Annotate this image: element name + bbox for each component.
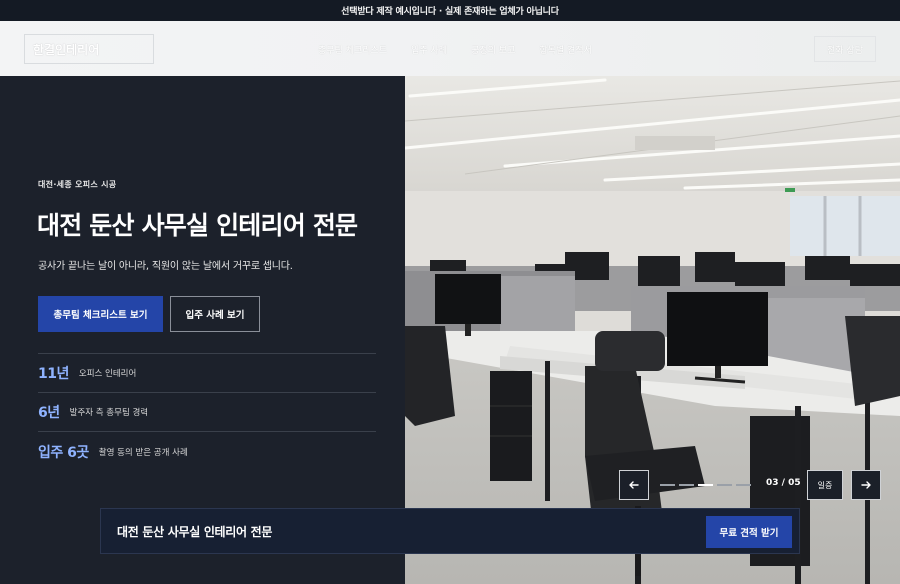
hero-subtitle: 공사가 끝나는 날이 아니라, 직원이 앉는 날에서 거꾸로 셉니다.: [38, 261, 293, 272]
slider-dot-active[interactable]: [698, 484, 713, 486]
hero-eyebrow: 대전·세종 오피스 시공: [38, 180, 117, 189]
cta-title: 대전 둔산 사무실 인테리어 전문: [117, 525, 273, 539]
nav-item-estimate[interactable]: 항목별 견적서: [539, 43, 592, 56]
sticky-cta-bar: 대전 둔산 사무실 인테리어 전문 무료 견적 받기: [100, 508, 800, 554]
slider-dot[interactable]: [736, 484, 751, 486]
main-nav: 총무팀 체크리스트 입주 사례 공정의 보고 항목별 견적서: [318, 35, 616, 63]
cases-button[interactable]: 입주 사례 보기: [170, 296, 260, 332]
stat-label: 발주자 측 총무팀 경력: [69, 407, 149, 418]
nav-item-process[interactable]: 공정의 보고: [471, 43, 515, 56]
checklist-button[interactable]: 총무팀 체크리스트 보기: [38, 296, 163, 332]
stat-item: 6년 발주자 측 총무팀 경력: [38, 392, 376, 430]
site-header: 한결인테리어 총무팀 체크리스트 입주 사례 공정의 보고 항목별 견적서 전화…: [0, 21, 900, 76]
slider-pause-button[interactable]: 일증: [807, 470, 843, 500]
slider-dots: [660, 484, 755, 486]
stat-item: 입주 6곳 촬영 동의 받은 공개 사례: [38, 431, 376, 471]
stat-label: 촬영 동의 받은 공개 사례: [98, 447, 188, 458]
slider-prev-button[interactable]: [619, 470, 649, 500]
logo[interactable]: 한결인테리어: [24, 34, 154, 64]
stat-number: 입주 6곳: [38, 444, 89, 461]
slider-dot[interactable]: [679, 484, 694, 486]
stat-label: 오피스 인테리어: [78, 368, 137, 379]
notice-text: 선택받다 제작 예시입니다 · 실제 존재하는 업체가 아닙니다: [341, 7, 559, 17]
hero-title: 대전 둔산 사무실 인테리어 전문: [37, 211, 358, 240]
nav-item-checklist[interactable]: 총무팀 체크리스트: [318, 43, 387, 56]
arrow-left-icon: [629, 481, 639, 489]
slider-counter: 03 / 05: [766, 478, 801, 488]
free-estimate-button[interactable]: 무료 견적 받기: [706, 516, 792, 548]
stat-number: 6년: [38, 404, 60, 421]
phone-consult-button[interactable]: 전화 상담: [814, 36, 876, 62]
slider-dot[interactable]: [660, 484, 675, 486]
slider-dot[interactable]: [717, 484, 732, 486]
arrow-right-icon: [861, 481, 871, 489]
slider-next-button[interactable]: [851, 470, 881, 500]
notice-bar: 선택받다 제작 예시입니다 · 실제 존재하는 업체가 아닙니다: [0, 0, 900, 21]
nav-item-cases[interactable]: 입주 사례: [411, 43, 447, 56]
stat-item: 11년 오피스 인테리어: [38, 353, 376, 391]
stat-number: 11년: [38, 365, 69, 382]
